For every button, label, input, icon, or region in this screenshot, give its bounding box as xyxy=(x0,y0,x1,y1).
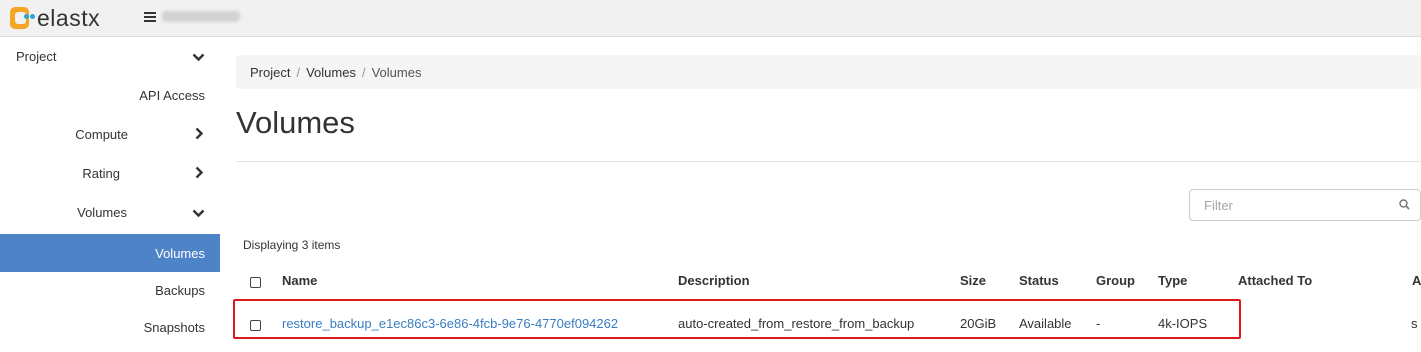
divider xyxy=(236,161,1421,162)
page-title: Volumes xyxy=(236,105,355,140)
column-header-status[interactable]: Status xyxy=(1019,273,1059,288)
sidebar-item-label: API Access xyxy=(139,88,205,103)
volume-status: Available xyxy=(1019,316,1072,331)
server-icon xyxy=(144,11,156,22)
filter-box xyxy=(1189,189,1421,221)
sidebar-item-snapshots[interactable]: Snapshots xyxy=(0,308,220,347)
volume-type: 4k-IOPS xyxy=(1158,316,1208,331)
elastx-logo[interactable]: elastx xyxy=(10,4,101,31)
sidebar-item-volumes[interactable]: Volumes xyxy=(0,234,220,272)
project-switcher[interactable] xyxy=(144,11,240,22)
sidebar-item-rating[interactable]: Rating xyxy=(0,154,220,193)
sidebar-item-api-access[interactable]: API Access xyxy=(0,76,220,115)
breadcrumb-current: Volumes xyxy=(371,64,422,80)
sidebar-item-label: Volumes xyxy=(155,245,205,261)
chevron-down-icon xyxy=(192,49,205,65)
chevron-right-icon xyxy=(195,166,204,182)
column-header-size[interactable]: Size xyxy=(960,273,986,288)
search-icon[interactable] xyxy=(1399,198,1410,210)
sidebar-item-project[interactable]: Project xyxy=(0,37,220,76)
sidebar-item-label: Rating xyxy=(82,166,120,181)
sidebar-item-label: Compute xyxy=(75,127,128,142)
column-header-attached-to[interactable]: Attached To xyxy=(1238,273,1312,288)
sidebar: Project API Access Compute Rating Volume… xyxy=(0,37,220,352)
filter-input[interactable] xyxy=(1202,197,1396,214)
brand-name: elastx xyxy=(37,4,101,31)
breadcrumb: Project / Volumes / Volumes xyxy=(236,55,1421,89)
select-all-checkbox[interactable] xyxy=(250,277,261,288)
breadcrumb-project[interactable]: Project xyxy=(250,65,290,80)
chevron-right-icon xyxy=(195,127,204,143)
volume-size: 20GiB xyxy=(960,316,997,331)
column-header-description[interactable]: Description xyxy=(678,273,750,288)
breadcrumb-volumes[interactable]: Volumes xyxy=(306,65,356,80)
column-header-name[interactable]: Name xyxy=(282,273,317,288)
sidebar-item-label: Snapshots xyxy=(143,320,205,335)
sidebar-item-volumes-group[interactable]: Volumes xyxy=(0,193,220,232)
items-count: Displaying 3 items xyxy=(243,238,341,252)
row-checkbox[interactable] xyxy=(250,320,261,331)
column-header-group[interactable]: Group xyxy=(1096,273,1135,288)
volume-description: auto-created_from_restore_from_backup xyxy=(678,316,915,331)
sidebar-item-label: Volumes xyxy=(77,205,127,220)
sidebar-item-backups[interactable]: Backups xyxy=(0,271,220,310)
column-header-type[interactable]: Type xyxy=(1158,273,1187,288)
column-header-partial[interactable]: A xyxy=(1412,273,1421,288)
volume-group: - xyxy=(1096,316,1101,331)
top-bar: elastx xyxy=(0,0,1421,37)
sidebar-item-compute[interactable]: Compute xyxy=(0,115,220,154)
volume-name-link[interactable]: restore_backup_e1ec86c3-6e86-4fcb-9e76-4… xyxy=(282,316,618,331)
sidebar-item-label: Project xyxy=(16,49,57,64)
volume-extra-partial: s xyxy=(1411,316,1418,331)
project-name-redacted xyxy=(162,11,240,22)
sidebar-item-label: Backups xyxy=(155,283,205,298)
chevron-down-icon xyxy=(192,205,205,221)
